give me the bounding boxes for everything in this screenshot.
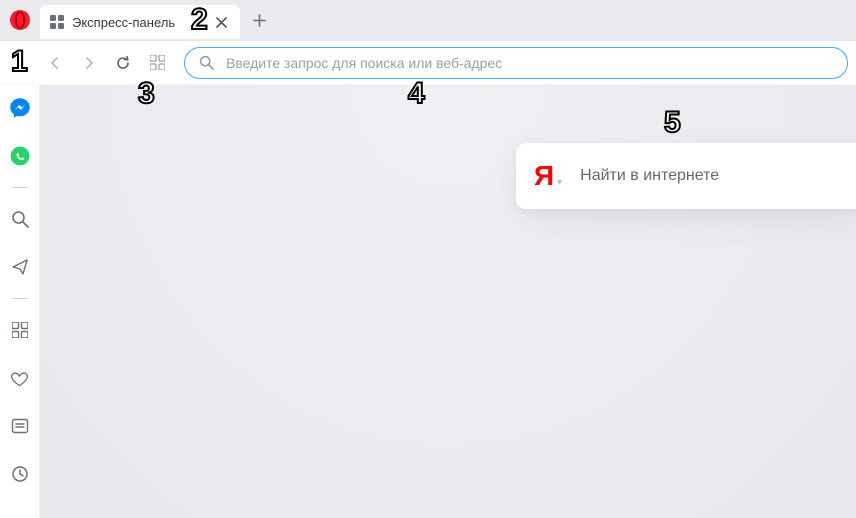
sidebar-news[interactable] [7, 413, 33, 439]
whatsapp-icon [10, 146, 30, 166]
chevron-right-icon [82, 56, 96, 70]
content-area: Я ▾ Найти в интернете [40, 85, 856, 518]
grid-icon [150, 55, 165, 70]
search-card[interactable]: Я ▾ Найти в интернете [516, 143, 856, 209]
opera-logo-icon [9, 9, 31, 31]
close-tab-button[interactable] [212, 13, 230, 31]
sidebar-messenger[interactable] [7, 95, 33, 121]
grid-icon [12, 322, 28, 338]
forward-button[interactable] [74, 48, 104, 78]
plus-icon [253, 14, 266, 27]
sidebar-speed-dial[interactable] [7, 317, 33, 343]
sidebar-bookmarks[interactable] [7, 365, 33, 391]
magnifier-icon [11, 210, 29, 228]
close-icon [216, 17, 227, 28]
title-bar: Экспресс-панель [0, 0, 856, 41]
sidebar-separator [12, 298, 28, 299]
address-input[interactable] [226, 55, 833, 71]
search-placeholder: Найти в интернете [580, 167, 719, 185]
search-icon [199, 55, 214, 70]
heart-icon [10, 369, 29, 388]
active-tab[interactable]: Экспресс-панель [40, 5, 240, 39]
address-bar[interactable] [184, 47, 848, 79]
tab-title: Экспресс-панель [72, 15, 175, 30]
sidebar-search[interactable] [7, 206, 33, 232]
toolbar [0, 41, 856, 85]
chevron-left-icon [48, 56, 62, 70]
speed-dial-icon [50, 15, 64, 29]
sidebar [0, 85, 40, 518]
news-icon [11, 417, 29, 435]
sidebar-whatsapp[interactable] [7, 143, 33, 169]
back-button[interactable] [40, 48, 70, 78]
yandex-logo[interactable]: Я ▾ [534, 162, 562, 190]
sidebar-history[interactable] [7, 461, 33, 487]
clock-icon [11, 465, 29, 483]
reload-icon [115, 55, 131, 71]
sidebar-separator [12, 187, 28, 188]
reload-button[interactable] [108, 48, 138, 78]
dropdown-caret-icon[interactable]: ▾ [557, 177, 562, 188]
speed-dial-button[interactable] [142, 48, 172, 78]
yandex-letter: Я [534, 162, 554, 190]
new-tab-button[interactable] [244, 5, 274, 35]
messenger-icon [9, 97, 31, 119]
sidebar-flow[interactable] [7, 254, 33, 280]
opera-menu-button[interactable] [0, 0, 40, 41]
send-icon [11, 258, 29, 276]
